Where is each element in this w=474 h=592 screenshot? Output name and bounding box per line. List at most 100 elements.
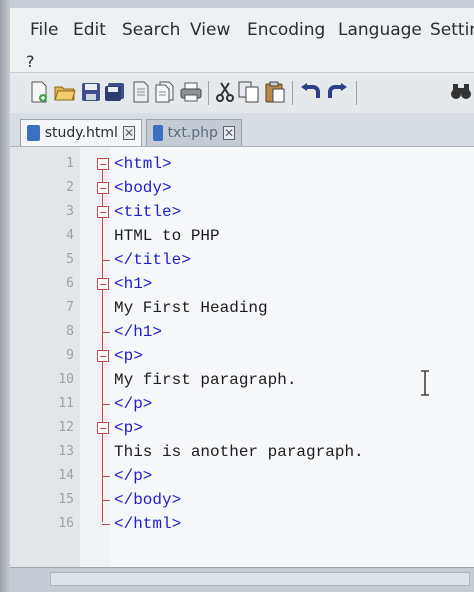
notepad-window: File Edit Search View Encoding Language … bbox=[0, 0, 474, 592]
menu-encoding[interactable]: Encoding bbox=[247, 20, 325, 40]
code-tag: </title> bbox=[114, 251, 191, 269]
toolbar bbox=[10, 72, 474, 114]
tab-label: txt.php bbox=[167, 125, 218, 141]
code-tag: <p> bbox=[114, 419, 143, 437]
toolbar-separator bbox=[208, 81, 209, 105]
code-line[interactable]: 4 HTML to PHP bbox=[10, 225, 474, 249]
find-icon[interactable] bbox=[450, 81, 472, 103]
code-tag: <html> bbox=[114, 155, 172, 173]
code-line[interactable]: 11 </p> bbox=[10, 393, 474, 417]
tab-study-html[interactable]: study.html ✕ bbox=[20, 119, 142, 146]
code-line[interactable]: 10 My first paragraph. bbox=[10, 369, 474, 393]
menu-settings[interactable]: Settin bbox=[430, 20, 474, 40]
menu-view[interactable]: View bbox=[190, 20, 230, 40]
close-icon[interactable]: ✕ bbox=[122, 126, 135, 140]
line-number: 7 bbox=[66, 300, 74, 315]
line-number: 9 bbox=[66, 348, 74, 363]
horizontal-scrollbar[interactable] bbox=[50, 572, 470, 586]
fold-toggle-icon[interactable] bbox=[97, 206, 109, 218]
fold-end-marker bbox=[102, 500, 110, 501]
code-line[interactable]: 6 <h1> bbox=[10, 273, 474, 297]
code-text: This is another paragraph. bbox=[114, 443, 364, 461]
line-number: 11 bbox=[58, 396, 74, 411]
line-number: 2 bbox=[66, 180, 74, 195]
tab-label: study.html bbox=[44, 125, 118, 141]
code-tag: <title> bbox=[114, 203, 182, 221]
fold-end-marker bbox=[102, 476, 110, 477]
fold-toggle-icon[interactable] bbox=[97, 182, 109, 194]
code-tag: <body> bbox=[114, 179, 172, 197]
save-all-icon[interactable] bbox=[104, 81, 126, 103]
fold-toggle-icon[interactable] bbox=[97, 422, 109, 434]
new-file-icon[interactable] bbox=[28, 81, 50, 103]
menu-file[interactable]: File bbox=[30, 20, 58, 40]
toolbar-separator bbox=[356, 81, 357, 105]
code-tag: <h1> bbox=[114, 275, 153, 293]
code-line[interactable]: 9 <p> bbox=[10, 345, 474, 369]
undo-icon[interactable] bbox=[300, 81, 322, 103]
line-number: 16 bbox=[58, 516, 74, 531]
menu-bar-second-row bbox=[10, 46, 474, 72]
fold-toggle-icon[interactable] bbox=[97, 350, 109, 362]
cut-icon[interactable] bbox=[214, 81, 236, 103]
code-line[interactable]: 2 <body> bbox=[10, 177, 474, 201]
code-line[interactable]: 8 </h1> bbox=[10, 321, 474, 345]
line-number: 10 bbox=[58, 372, 74, 387]
close-all-icon[interactable] bbox=[154, 81, 176, 103]
fold-end-marker bbox=[102, 260, 110, 261]
toolbar-separator bbox=[292, 81, 293, 105]
title-bar bbox=[10, 0, 474, 8]
menu-search[interactable]: Search bbox=[122, 20, 180, 40]
fold-end-marker bbox=[102, 332, 110, 333]
code-tag: </html> bbox=[114, 515, 182, 533]
line-number: 5 bbox=[66, 252, 74, 267]
code-tag: </p> bbox=[114, 395, 153, 413]
line-number: 3 bbox=[66, 204, 74, 219]
window-edge bbox=[0, 0, 10, 592]
code-editor[interactable]: 1 <html> 2 <body> 3 <title> 4 HTML to PHP 5 </tit… bbox=[10, 147, 474, 567]
code-tag: </body> bbox=[114, 491, 182, 509]
code-line[interactable]: 7 My First Heading bbox=[10, 297, 474, 321]
menu-edit[interactable]: Edit bbox=[73, 20, 106, 40]
code-line[interactable]: 3 <title> bbox=[10, 201, 474, 225]
code-line[interactable]: 12 <p> bbox=[10, 417, 474, 441]
print-icon[interactable] bbox=[180, 81, 202, 103]
line-number: 1 bbox=[66, 156, 74, 171]
line-number: 15 bbox=[58, 492, 74, 507]
line-number: 13 bbox=[58, 444, 74, 459]
line-number: 6 bbox=[66, 276, 74, 291]
close-icon[interactable] bbox=[130, 81, 152, 103]
code-text: My First Heading bbox=[114, 299, 268, 317]
code-tag: <p> bbox=[114, 347, 143, 365]
code-tag: </h1> bbox=[114, 323, 163, 341]
code-text: HTML to PHP bbox=[114, 227, 220, 245]
redo-icon[interactable] bbox=[326, 81, 348, 103]
menu-help[interactable]: ? bbox=[26, 52, 35, 71]
code-line[interactable]: 1 <html> bbox=[10, 153, 474, 177]
code-line[interactable]: 15 </body> bbox=[10, 489, 474, 513]
copy-icon[interactable] bbox=[238, 81, 260, 103]
code-tag: </p> bbox=[114, 467, 153, 485]
line-number: 8 bbox=[66, 324, 74, 339]
fold-end-marker bbox=[102, 404, 110, 405]
code-line[interactable]: 13 This is another paragraph. bbox=[10, 441, 474, 465]
fold-end-marker bbox=[102, 524, 110, 525]
fold-toggle-icon[interactable] bbox=[97, 278, 109, 290]
menu-language[interactable]: Language bbox=[338, 20, 422, 40]
paste-icon[interactable] bbox=[264, 81, 286, 103]
code-line[interactable]: 14 </p> bbox=[10, 465, 474, 489]
code-text: My first paragraph. bbox=[114, 371, 297, 389]
save-icon[interactable] bbox=[80, 81, 102, 103]
tab-txt-php[interactable]: txt.php ✕ bbox=[146, 119, 242, 146]
code-line[interactable]: 5 </title> bbox=[10, 249, 474, 273]
fold-toggle-icon[interactable] bbox=[97, 158, 109, 170]
text-cursor-icon bbox=[421, 370, 429, 396]
code-line[interactable]: 16 </html> bbox=[10, 513, 474, 537]
line-number: 14 bbox=[58, 468, 74, 483]
line-number: 12 bbox=[58, 420, 74, 435]
line-number: 4 bbox=[66, 228, 74, 243]
close-icon[interactable]: ✕ bbox=[222, 126, 235, 140]
open-file-icon[interactable] bbox=[54, 81, 76, 103]
file-icon bbox=[27, 125, 40, 141]
file-icon bbox=[153, 125, 163, 141]
